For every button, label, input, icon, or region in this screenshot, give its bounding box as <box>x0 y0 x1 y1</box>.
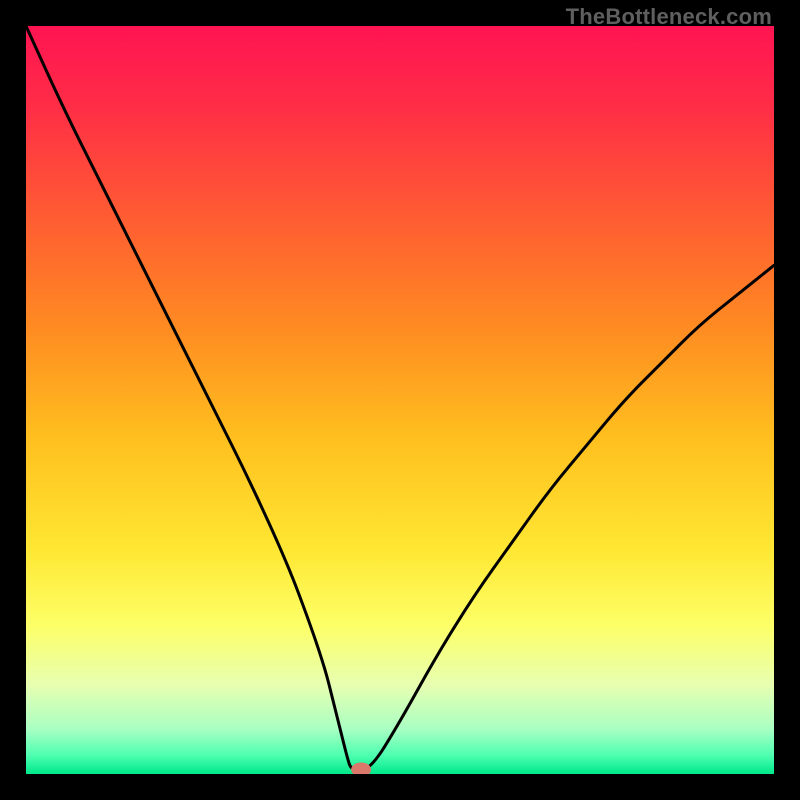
chart-outer-frame: TheBottleneck.com <box>0 0 800 800</box>
plot-frame <box>26 26 774 774</box>
chart-svg <box>26 26 774 774</box>
gradient-background <box>26 26 774 774</box>
watermark-text: TheBottleneck.com <box>566 4 772 30</box>
